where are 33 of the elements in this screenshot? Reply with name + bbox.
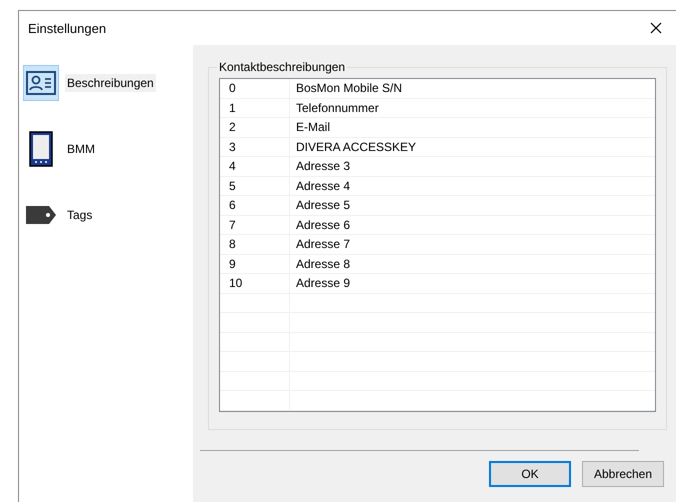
table-cell: 5 — [220, 176, 290, 195]
table-cell: 3 — [220, 138, 290, 156]
cancel-button[interactable]: Abbrechen — [582, 461, 664, 487]
table-cell-text: DIVERA ACCESSKEY — [295, 138, 418, 156]
table-cell: 6 — [220, 196, 290, 214]
table-cell: 2 — [220, 118, 290, 136]
table-cell-text: Adresse 7 — [295, 236, 352, 254]
table-cell-text: Adresse 8 — [295, 256, 352, 273]
sidebar-item[interactable]: Tags — [65, 206, 94, 224]
ok-button[interactable]: OK — [489, 461, 571, 487]
group-title: Kontaktbeschreibungen — [218, 60, 346, 74]
table-cell-text: Adresse 4 — [295, 178, 352, 195]
table-cell-text: Adresse 6 — [295, 216, 352, 234]
table-cell-text: BosMon Mobile S/N — [295, 80, 404, 98]
table-cell: 10 — [220, 274, 290, 292]
table-cell: 8 — [220, 235, 290, 254]
table-cell: 7 — [220, 216, 290, 234]
close-icon — [650, 22, 662, 34]
table-cell-text: E-Mail — [295, 119, 332, 136]
table-cell: 4 — [220, 157, 290, 176]
sidebar-item[interactable]: Beschreibungen — [65, 74, 156, 92]
table-cell: 0 — [220, 79, 290, 98]
sidebar-item[interactable]: BMM — [65, 140, 97, 158]
table-cell-text: Adresse 3 — [295, 158, 352, 176]
table-cell: 1 — [220, 98, 290, 117]
tablet-icon — [29, 131, 53, 167]
window-title: Einstellungen — [28, 20, 106, 36]
table-cell: 9 — [220, 254, 290, 273]
table-cell-text: Adresse 5 — [295, 197, 352, 214]
table-cell-text: Adresse 9 — [295, 275, 352, 292]
tag-icon — [25, 205, 57, 225]
contact-card-icon — [26, 71, 56, 95]
table-cell-text: Telefonnummer — [295, 100, 380, 117]
